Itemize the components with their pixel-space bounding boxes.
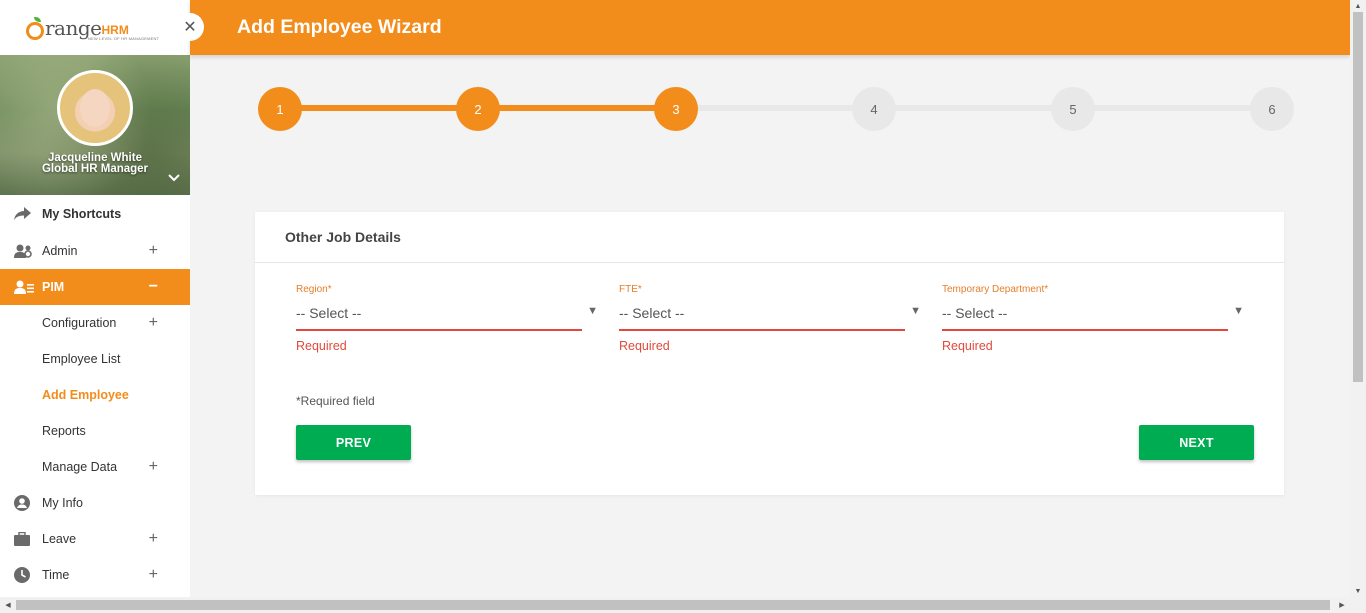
- error-message: Required: [619, 339, 670, 353]
- scroll-right-icon[interactable]: ▶: [1334, 597, 1350, 613]
- select-value: -- Select --: [619, 305, 685, 321]
- sidebar-item-time[interactable]: Time +: [0, 557, 190, 593]
- sidebar-item-admin[interactable]: Admin +: [0, 233, 190, 269]
- sidebar-menu: My Shortcuts Admin + PIM − Configuration…: [0, 195, 190, 593]
- user-profile-panel[interactable]: Jacqueline White Global HR Manager: [0, 55, 190, 195]
- clock-icon: [14, 567, 42, 583]
- page-header: Add Employee Wizard: [190, 0, 1350, 55]
- sidebar-item-pim[interactable]: PIM −: [0, 269, 190, 305]
- user-info: Jacqueline White Global HR Manager: [0, 152, 190, 175]
- sidebar-item-label: Admin: [42, 244, 78, 258]
- expand-plus-icon[interactable]: +: [149, 458, 158, 476]
- sidebar-item-label: My Shortcuts: [42, 207, 122, 221]
- field-label-text: Temporary Department: [942, 284, 1045, 295]
- fte-select[interactable]: -- Select -- ▼: [619, 305, 921, 331]
- region-label: Region*: [296, 284, 582, 295]
- field-label-text: FTE: [619, 284, 638, 295]
- sidebar-item-add-employee[interactable]: Add Employee: [0, 377, 190, 413]
- fte-label: FTE*: [619, 284, 905, 295]
- horizontal-scroll-thumb[interactable]: [16, 600, 1330, 610]
- logo-area: range HRM NEW LEVEL OF HR MANAGEMENT: [0, 0, 190, 55]
- user-circle-icon: [14, 495, 42, 511]
- select-value: -- Select --: [296, 305, 362, 321]
- dropdown-arrow-icon[interactable]: ▼: [910, 305, 921, 317]
- sidebar-item-reports[interactable]: Reports: [0, 413, 190, 449]
- vertical-scroll-thumb[interactable]: [1353, 12, 1363, 382]
- page-title: Add Employee Wizard: [237, 16, 442, 38]
- sidebar-item-label: Reports: [42, 424, 86, 438]
- scroll-down-icon[interactable]: ▼: [1350, 585, 1366, 597]
- required-star: *: [327, 284, 332, 295]
- sidebar-item-label: Time: [42, 568, 70, 582]
- required-field-note: *Required field: [296, 394, 375, 408]
- sidebar-item-leave[interactable]: Leave +: [0, 521, 190, 557]
- stepper-track-line: [675, 105, 1272, 111]
- logo-text: range: [45, 15, 102, 40]
- logo-tagline: NEW LEVEL OF HR MANAGEMENT: [88, 36, 160, 41]
- orangehrm-logo: range HRM: [26, 15, 129, 40]
- close-sidebar-icon[interactable]: ✕: [176, 13, 204, 41]
- sidebar: range HRM NEW LEVEL OF HR MANAGEMENT Jac…: [0, 0, 190, 597]
- expand-plus-icon[interactable]: +: [149, 566, 158, 584]
- temporary-department-select[interactable]: -- Select -- ▼: [942, 305, 1244, 331]
- sidebar-item-my-shortcuts[interactable]: My Shortcuts: [0, 195, 190, 233]
- briefcase-icon: [14, 532, 42, 546]
- sidebar-item-employee-list[interactable]: Employee List: [0, 341, 190, 377]
- sidebar-item-manage-data[interactable]: Manage Data +: [0, 449, 190, 485]
- required-star: *: [1044, 284, 1049, 295]
- step-3[interactable]: 3: [654, 87, 698, 131]
- sidebar-item-label: Configuration: [42, 316, 117, 330]
- admin-users-icon: [14, 244, 42, 258]
- temporary-department-label: Temporary Department*: [942, 284, 1228, 295]
- fte-field: FTE* -- Select -- ▼ Required: [619, 284, 921, 353]
- sidebar-item-label: Employee List: [42, 352, 121, 366]
- share-arrow-icon: [14, 207, 42, 221]
- collapse-minus-icon[interactable]: −: [149, 278, 158, 296]
- step-2[interactable]: 2: [456, 87, 500, 131]
- prev-button[interactable]: PREV: [296, 425, 411, 460]
- sidebar-item-label: Leave: [42, 532, 77, 546]
- sidebar-item-label: Manage Data: [42, 460, 118, 474]
- region-select[interactable]: -- Select -- ▼: [296, 305, 598, 331]
- next-button[interactable]: NEXT: [1139, 425, 1254, 460]
- vertical-scrollbar[interactable]: ▲ ▼: [1350, 0, 1366, 597]
- expand-plus-icon[interactable]: +: [149, 314, 158, 332]
- sidebar-item-my-info[interactable]: My Info: [0, 485, 190, 521]
- chevron-down-icon[interactable]: [168, 171, 180, 185]
- error-message: Required: [942, 339, 993, 353]
- scroll-left-icon[interactable]: ◀: [0, 597, 16, 613]
- logo-orange-icon: [26, 16, 44, 40]
- step-6: 6: [1250, 87, 1294, 131]
- temporary-department-field: Temporary Department* -- Select -- ▼ Req…: [942, 284, 1244, 353]
- sidebar-item-label: PIM: [42, 280, 65, 294]
- step-4: 4: [852, 87, 896, 131]
- pim-icon: [14, 280, 42, 294]
- select-value: -- Select --: [942, 305, 1008, 321]
- card-title: Other Job Details: [255, 212, 1284, 263]
- logo-suffix: HRM: [101, 22, 129, 37]
- field-label-text: Region: [296, 284, 328, 295]
- required-note-text: Required field: [300, 394, 375, 408]
- region-field: Region* -- Select -- ▼ Required: [296, 284, 598, 353]
- required-star: *: [637, 284, 642, 295]
- user-role: Global HR Manager: [41, 163, 149, 175]
- sidebar-item-configuration[interactable]: Configuration +: [0, 305, 190, 341]
- step-1[interactable]: 1: [258, 87, 302, 131]
- sidebar-item-label: My Info: [42, 496, 83, 510]
- expand-plus-icon[interactable]: +: [149, 530, 158, 548]
- sidebar-item-label: Add Employee: [42, 388, 129, 402]
- step-5: 5: [1051, 87, 1095, 131]
- expand-plus-icon[interactable]: +: [149, 242, 158, 260]
- other-job-details-card: Other Job Details Region* -- Select -- ▼…: [255, 212, 1284, 495]
- error-message: Required: [296, 339, 347, 353]
- dropdown-arrow-icon[interactable]: ▼: [587, 305, 598, 317]
- horizontal-scrollbar[interactable]: ◀ ▶: [0, 597, 1366, 613]
- avatar: [57, 70, 133, 146]
- dropdown-arrow-icon[interactable]: ▼: [1233, 305, 1244, 317]
- scroll-up-icon[interactable]: ▲: [1350, 0, 1366, 12]
